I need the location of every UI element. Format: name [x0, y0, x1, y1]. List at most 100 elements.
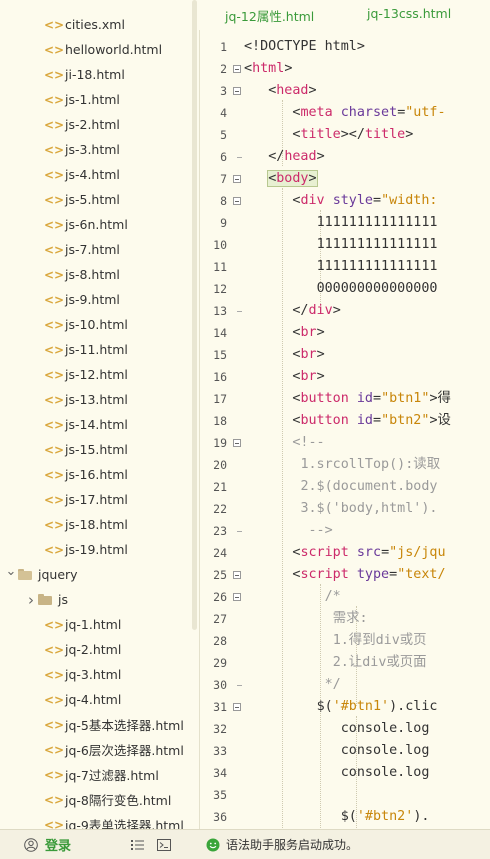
status-message: 语法助手服务启动成功。: [206, 830, 358, 859]
html-file-icon: <>: [44, 142, 65, 157]
file-item[interactable]: <> js-17.html: [0, 487, 190, 512]
code-line-17: <button id="btn1">得: [292, 391, 451, 406]
tree-scrollbar-thumb[interactable]: [192, 0, 197, 630]
code-area[interactable]: <!DOCTYPE html> <html> <head> <meta char…: [244, 30, 490, 829]
fold-toggle-icon[interactable]: [233, 175, 241, 183]
file-item[interactable]: <> js-5.html: [0, 187, 190, 212]
file-item[interactable]: <> js-4.html: [0, 162, 190, 187]
html-file-icon: <>: [44, 767, 65, 782]
code-line-5: <title></title>: [292, 127, 414, 142]
html-file-icon: <>: [44, 667, 65, 682]
file-label: cities.xml: [65, 17, 125, 32]
editor-tab-bar: jq-12属性.html jq-13css.html: [199, 0, 490, 30]
file-item[interactable]: <> jq-8隔行变色.html: [0, 787, 190, 812]
file-item[interactable]: <> js-9.html: [0, 287, 190, 312]
file-item[interactable]: <> jq-3.html: [0, 662, 190, 687]
file-item[interactable]: <> js-8.html: [0, 262, 190, 287]
file-item[interactable]: <> jq-7过滤器.html: [0, 762, 190, 787]
line-number: 19: [213, 436, 227, 450]
folder-jquery[interactable]: ⌄ jquery: [0, 562, 190, 587]
file-item[interactable]: <> js-3.html: [0, 137, 190, 162]
file-label: jq-9表单选择器.html: [65, 818, 184, 829]
file-label: js-10.html: [65, 317, 128, 332]
code-line-2: <html>: [244, 61, 293, 76]
file-item[interactable]: <> js-15.html: [0, 437, 190, 462]
code-line-10: 111111111111111: [316, 237, 438, 252]
html-file-icon: <>: [44, 417, 65, 432]
file-label: js-13.html: [65, 392, 128, 407]
fold-toggle-icon[interactable]: [233, 439, 241, 447]
file-item[interactable]: <> helloworld.html: [0, 37, 190, 62]
tab-jq-13css[interactable]: jq-13css.html: [367, 6, 451, 21]
file-item[interactable]: <> jq-2.html: [0, 637, 190, 662]
code-line-32: console.log: [340, 721, 430, 736]
fold-toggle-icon[interactable]: [233, 571, 241, 579]
file-label: jq-6层次选择器.html: [65, 743, 184, 758]
file-item[interactable]: <> js-16.html: [0, 462, 190, 487]
status-message-text: 语法助手服务启动成功。: [226, 838, 359, 852]
fold-toggle-icon[interactable]: [233, 87, 241, 95]
file-item[interactable]: <> jq-6层次选择器.html: [0, 737, 190, 762]
fold-end-marker: [237, 531, 242, 532]
file-item[interactable]: <> jq-9表单选择器.html: [0, 812, 190, 830]
fold-toggle-icon[interactable]: [233, 197, 241, 205]
file-item[interactable]: <> js-6n.html: [0, 212, 190, 237]
line-number: 22: [213, 502, 227, 516]
file-item[interactable]: <> jq-4.html: [0, 687, 190, 712]
line-number: 11: [213, 260, 227, 274]
tree-scrollbar[interactable]: [190, 0, 199, 829]
user-icon: [24, 837, 38, 852]
file-item[interactable]: <> js-13.html: [0, 387, 190, 412]
code-line-1: <!DOCTYPE html>: [244, 39, 365, 54]
tab-jq-12[interactable]: jq-12属性.html: [225, 6, 314, 25]
file-item[interactable]: <> jq-1.html: [0, 612, 190, 637]
code-line-24: <script src="js/jqu: [292, 545, 446, 560]
code-line-20: 1.srcollTop():读取: [300, 457, 441, 472]
terminal-button[interactable]: [157, 830, 171, 859]
file-label: jq-1.html: [65, 617, 122, 632]
file-item[interactable]: <> cities.xml: [0, 12, 190, 37]
file-item[interactable]: <> js-12.html: [0, 362, 190, 387]
fold-toggle-icon[interactable]: [233, 65, 241, 73]
fold-toggle-icon[interactable]: [233, 593, 241, 601]
line-number: 34: [213, 766, 227, 780]
code-line-12: 000000000000000: [316, 281, 438, 296]
file-item[interactable]: <> js-10.html: [0, 312, 190, 337]
html-file-icon: <>: [44, 42, 65, 57]
login-button[interactable]: 登录: [24, 830, 71, 859]
line-number: 15: [213, 348, 227, 362]
line-number: 9: [220, 216, 227, 230]
file-item[interactable]: <> js-19.html: [0, 537, 190, 562]
file-label: js-17.html: [65, 492, 128, 507]
line-number: 5: [220, 128, 227, 142]
fold-toggle-icon[interactable]: [233, 703, 241, 711]
line-number: 32: [213, 722, 227, 736]
line-number: 12: [213, 282, 227, 296]
file-label: js-5.html: [65, 192, 120, 207]
line-number: 33: [213, 744, 227, 758]
folder-icon: [38, 594, 52, 605]
file-item[interactable]: <> js-18.html: [0, 512, 190, 537]
file-item[interactable]: <> js-14.html: [0, 412, 190, 437]
html-file-icon: <>: [44, 392, 65, 407]
html-file-icon: <>: [44, 742, 65, 757]
chevron-down-icon[interactable]: ⌄: [4, 564, 18, 579]
file-item[interactable]: <> js-11.html: [0, 337, 190, 362]
fold-end-marker: [237, 311, 242, 312]
line-number: 36: [213, 810, 227, 824]
html-file-icon: <>: [44, 517, 65, 532]
file-item[interactable]: <> jq-5基本选择器.html: [0, 712, 190, 737]
code-line-7: <body>: [267, 170, 318, 187]
file-item[interactable]: <> ji-18.html: [0, 62, 190, 87]
line-number: 20: [213, 458, 227, 472]
list-view-button[interactable]: [131, 830, 145, 859]
file-item[interactable]: <> js-2.html: [0, 112, 190, 137]
file-item[interactable]: <> js-7.html: [0, 237, 190, 262]
file-item[interactable]: <> js-1.html: [0, 87, 190, 112]
html-file-icon: <>: [44, 117, 65, 132]
html-file-icon: <>: [44, 317, 65, 332]
html-file-icon: <>: [44, 342, 65, 357]
folder-js[interactable]: › js: [0, 587, 190, 612]
file-label: helloworld.html: [65, 42, 163, 57]
chevron-right-icon[interactable]: ›: [24, 591, 38, 609]
